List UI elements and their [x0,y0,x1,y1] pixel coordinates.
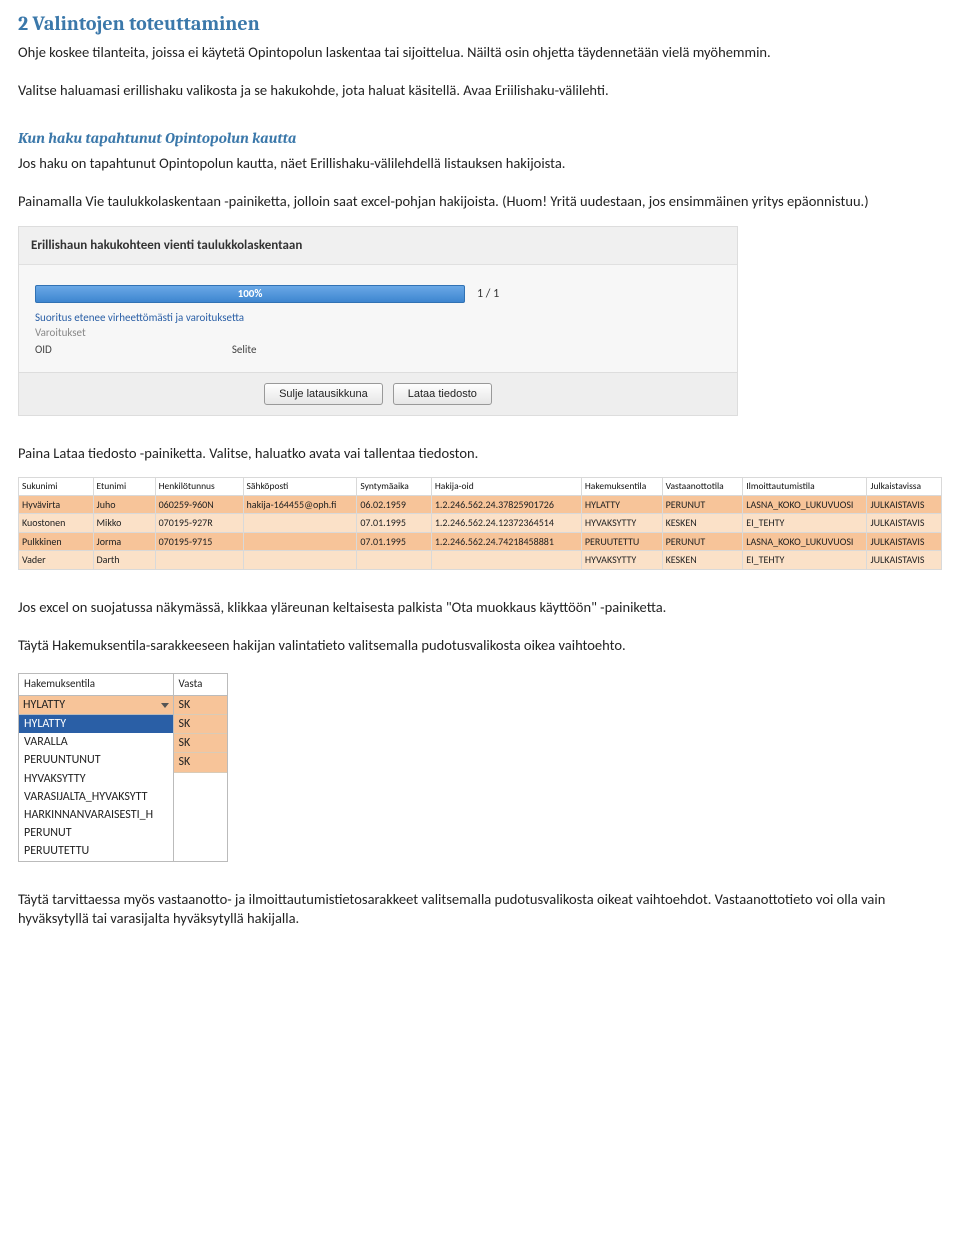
table-row: PulkkinenJorma070195-9715 07.01.19951.2.2… [19,532,942,551]
table-cell: Kuostonen [19,514,94,533]
table-column-header: Vastaanottotila [662,478,743,496]
table-cell: PERUNUT [662,495,743,514]
table-cell: 1.2.246.562.24.37825901726 [431,495,581,514]
dropdown-option[interactable]: PERUUNTUNUT [19,751,173,769]
warnings-label: Varoitukset [35,326,721,341]
dropdown-option[interactable]: HARKINNANVARAISESTI_H [19,806,173,824]
section-heading: 2 Valintojen toteuttaminen [18,10,942,37]
close-download-window-button[interactable]: Sulje latausikkuna [264,383,383,405]
dropdown-option[interactable]: VARALLA [19,733,173,751]
table-column-header: Etunimi [93,478,155,496]
subheading-when-via-opintopolku: Kun haku tapahtunut Opintopolun kautta [18,128,942,148]
table-column-header: Sähköposti [243,478,357,496]
table-column-header: Sukunimi [19,478,94,496]
adjacent-cell-value: SK [174,696,227,715]
table-cell: JULKAISTAVIS [867,551,942,570]
table-cell: HYLATTY [581,495,662,514]
table-cell: EI_TEHTY [743,514,867,533]
intro-paragraph-2: Valitse haluamasi erillishaku valikosta … [18,81,942,101]
table-cell: HYVAKSYTTY [581,514,662,533]
progress-ok-message: Suoritus etenee virheettömästi ja varoit… [35,311,721,326]
table-cell: KESKEN [662,514,743,533]
table-cell: HYVAKSYTTY [581,551,662,570]
dropdown-header-vasta: Vasta [174,674,227,696]
progress-count: 1 / 1 [477,286,499,302]
progress-bar: 100% [35,285,465,303]
progress-percent: 100% [238,287,263,302]
dropdown-option[interactable]: VARASIJALTA_HYVAKSYTT [19,788,173,806]
adjacent-cell-value: SK [174,753,227,772]
dropdown-option[interactable]: PERUUTETTU [19,842,173,860]
table-cell: Pulkkinen [19,532,94,551]
dropdown-selected-cell[interactable]: HYLATTY [19,696,173,715]
dropdown-option[interactable]: HYVAKSYTTY [19,770,173,788]
table-cell: EI_TEHTY [743,551,867,570]
download-file-button[interactable]: Lataa tiedosto [393,383,492,405]
table-cell [243,551,357,570]
table-cell: Mikko [93,514,155,533]
dropdown-option-list[interactable]: HYLATTYVARALLAPERUUNTUNUTHYVAKSYTTYVARAS… [19,715,173,861]
table-column-header: Hakija-oid [431,478,581,496]
table-cell [431,551,581,570]
col-header-selite: Selite [232,343,257,358]
table-cell: LASNA_KOKO_LUKUVUOSI [743,532,867,551]
sub1-body-1: Jos haku on tapahtunut Opintopolun kautt… [18,154,942,174]
table-column-header: Henkilötunnus [155,478,243,496]
table-cell [155,551,243,570]
table-cell [243,532,357,551]
closing-paragraph: Täytä tarvittaessa myös vastaanotto- ja … [18,890,942,929]
sub1-body-2: Painamalla Vie taulukkolaskentaan -paini… [18,192,942,212]
table-cell: PERUNUT [662,532,743,551]
table-cell: 070195-9715 [155,532,243,551]
export-dialog: Erillishaun hakukohteen vienti taulukkol… [18,226,738,416]
table-cell: hakija-164455@oph.fi [243,495,357,514]
table-cell: Vader [19,551,94,570]
after-table-paragraph-1: Jos excel on suojatussa näkymässä, klikk… [18,598,942,618]
table-cell: 06.02.1959 [357,495,432,514]
table-cell: 07.01.1995 [357,532,432,551]
adjacent-cell-value: SK [174,734,227,753]
chevron-down-icon [161,703,169,708]
dropdown-option[interactable]: HYLATTY [19,715,173,733]
dropdown-header-hakemuksentila: Hakemuksentila [19,674,173,696]
table-cell [357,551,432,570]
table-cell: 1.2.246.562.24.74218458881 [431,532,581,551]
table-cell: 1.2.246.562.24.12372364514 [431,514,581,533]
dropdown-option[interactable]: PERUNUT [19,824,173,842]
table-cell: JULKAISTAVIS [867,514,942,533]
table-cell: PERUUTETTU [581,532,662,551]
col-header-oid: OID [35,343,52,358]
table-column-header: Julkaistavissa [867,478,942,496]
after-dialog-paragraph: Paina Lataa tiedosto -painiketta. Valits… [18,444,942,464]
adjacent-cell-value: SK [174,715,227,734]
table-cell: Darth [93,551,155,570]
table-cell [243,514,357,533]
table-column-header: Ilmoittautumistila [743,478,867,496]
status-dropdown-screenshot: Hakemuksentila HYLATTY HYLATTYVARALLAPER… [18,673,228,862]
table-cell: 070195-927R [155,514,243,533]
applicants-table: SukunimiEtunimiHenkilötunnusSähköpostiSy… [18,477,942,570]
table-cell: KESKEN [662,551,743,570]
table-cell: JULKAISTAVIS [867,495,942,514]
table-header-row: SukunimiEtunimiHenkilötunnusSähköpostiSy… [19,478,942,496]
table-cell: 07.01.1995 [357,514,432,533]
table-cell: Juho [93,495,155,514]
intro-paragraph-1: Ohje koskee tilanteita, joissa ei käytet… [18,43,942,63]
table-row: VaderDarth HYVAKSYTTYKESKENEI_TEHTYJULKAI… [19,551,942,570]
dropdown-selected-value: HYLATTY [23,697,65,713]
table-cell: 060259-960N [155,495,243,514]
table-cell: Hyvävirta [19,495,94,514]
table-cell: LASNA_KOKO_LUKUVUOSI [743,495,867,514]
after-table-paragraph-2: Täytä Hakemuksentila-sarakkeeseen hakija… [18,636,942,656]
table-row: KuostonenMikko070195-927R 07.01.19951.2.2… [19,514,942,533]
table-cell: JULKAISTAVIS [867,532,942,551]
dialog-title: Erillishaun hakukohteen vienti taulukkol… [19,227,737,266]
table-column-header: Hakemuksentila [581,478,662,496]
table-column-header: Syntymäaika [357,478,432,496]
table-cell: Jorma [93,532,155,551]
table-row: HyvävirtaJuho060259-960Nhakija-164455@op… [19,495,942,514]
